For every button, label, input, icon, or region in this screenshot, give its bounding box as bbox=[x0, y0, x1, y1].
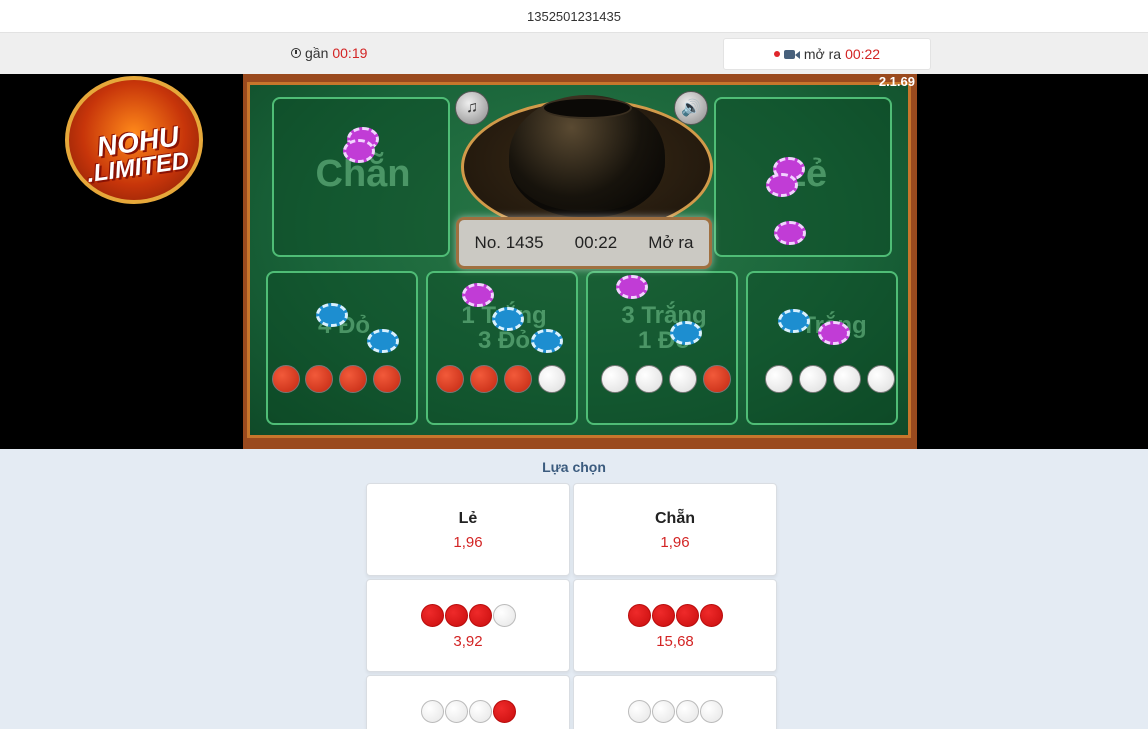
ball-white bbox=[833, 365, 861, 393]
round-time: 00:22 bbox=[574, 233, 618, 252]
white-ball-icon bbox=[468, 700, 492, 723]
white-ball-icon bbox=[420, 700, 444, 723]
ball-red bbox=[436, 365, 464, 393]
ball-white bbox=[765, 365, 793, 393]
zone-3w1r[interactable]: 3 Trắng 1 Đỏ bbox=[586, 271, 738, 425]
choice-le[interactable]: Lẻ 1,96 bbox=[366, 483, 570, 576]
round-status: Mở ra bbox=[648, 233, 694, 252]
red-ball-icon bbox=[444, 604, 468, 627]
chip-blue bbox=[531, 329, 563, 353]
ball-combination bbox=[627, 604, 723, 627]
red-ball-icon bbox=[420, 604, 444, 627]
choice-odds: 1,96 bbox=[660, 534, 690, 551]
close-timer-value: 00:19 bbox=[332, 45, 368, 61]
game-board: Chẵn Lẻ 4 Đỏ 1 Trắng 3 Đỏ 3 Trắng 1 Đỏ 4… bbox=[243, 74, 917, 449]
live-video: Chẵn Lẻ 4 Đỏ 1 Trắng 3 Đỏ 3 Trắng 1 Đỏ 4… bbox=[0, 74, 1148, 449]
zone-3w1r-label: 3 Trắng 1 Đỏ bbox=[621, 302, 707, 355]
choice-odds: 15,68 bbox=[656, 633, 694, 650]
choice-label: Chẵn bbox=[655, 510, 695, 527]
close-timer-label: gần bbox=[305, 45, 329, 61]
ball-white bbox=[669, 365, 697, 393]
open-timer-label: mở ra bbox=[803, 46, 842, 62]
zone-chan[interactable]: Chẵn bbox=[272, 97, 450, 257]
red-ball-icon bbox=[627, 604, 651, 627]
nohu-logo: NOHU .LIMITED bbox=[63, 74, 205, 206]
ball-red bbox=[470, 365, 498, 393]
chip-blue bbox=[492, 307, 524, 331]
red-ball-icon bbox=[468, 604, 492, 627]
red-ball-icon bbox=[675, 604, 699, 627]
chip-purple bbox=[766, 173, 798, 197]
round-info: No. 1435 00:22 Mở ra bbox=[456, 217, 712, 269]
bowl-rim bbox=[542, 97, 632, 119]
choice-odds: 1,96 bbox=[453, 534, 483, 551]
round-number: No. 1435 bbox=[474, 233, 544, 252]
chip-purple bbox=[818, 321, 850, 345]
chip-blue bbox=[778, 309, 810, 333]
white-ball-icon bbox=[699, 700, 723, 723]
chip-purple bbox=[616, 275, 648, 299]
ball-combination bbox=[627, 700, 723, 723]
chip-blue bbox=[316, 303, 348, 327]
table-felt: Chẵn Lẻ 4 Đỏ 1 Trắng 3 Đỏ 3 Trắng 1 Đỏ 4… bbox=[247, 82, 911, 438]
zone-le-label: Lẻ bbox=[782, 153, 828, 195]
close-timer: gần 00:19 bbox=[291, 45, 367, 61]
choice-4red[interactable]: 15,68 bbox=[573, 579, 777, 672]
open-timer-value: 00:22 bbox=[845, 46, 881, 62]
chip-blue bbox=[670, 321, 702, 345]
game-id: 1352501231435 bbox=[527, 8, 621, 24]
ball-white bbox=[635, 365, 663, 393]
choices-panel: Lựa chọn Lẻ 1,96 Chẵn 1,96 3,92 15,68 bbox=[0, 449, 1148, 729]
ball-white bbox=[538, 365, 566, 393]
choices-title: Lựa chọn bbox=[542, 459, 606, 475]
red-ball-icon bbox=[699, 604, 723, 627]
choice-chan[interactable]: Chẵn 1,96 bbox=[573, 483, 777, 576]
timer-bar: gần 00:19 mở ra 00:22 bbox=[0, 32, 1148, 74]
chip-blue bbox=[367, 329, 399, 353]
choice-label: Lẻ bbox=[458, 510, 478, 527]
video-camera-icon bbox=[783, 49, 800, 59]
sound-icon[interactable]: 🔊 bbox=[674, 91, 708, 125]
ball-red bbox=[703, 365, 731, 393]
chip-purple bbox=[774, 221, 806, 245]
ball-red bbox=[305, 365, 333, 393]
music-icon[interactable]: ♫ bbox=[455, 91, 489, 125]
choice-3red-1white[interactable]: 3,92 bbox=[366, 579, 570, 672]
record-dot-icon bbox=[773, 51, 780, 57]
ball-combination bbox=[420, 700, 516, 723]
white-ball-icon bbox=[675, 700, 699, 723]
ball-red bbox=[504, 365, 532, 393]
white-ball-icon bbox=[492, 604, 516, 627]
clock-icon bbox=[291, 48, 301, 58]
chip-purple bbox=[462, 283, 494, 307]
ball-white bbox=[601, 365, 629, 393]
choice-4white[interactable] bbox=[573, 675, 777, 729]
version-label: 2.1.69 bbox=[878, 74, 915, 89]
ball-white bbox=[867, 365, 895, 393]
red-ball-icon bbox=[651, 604, 675, 627]
chip-purple bbox=[343, 139, 375, 163]
white-ball-icon bbox=[651, 700, 675, 723]
ball-red bbox=[339, 365, 367, 393]
red-ball-icon bbox=[492, 700, 516, 723]
ball-red bbox=[373, 365, 401, 393]
live-video-button[interactable]: mở ra 00:22 bbox=[723, 38, 931, 70]
ball-red bbox=[272, 365, 300, 393]
ball-combination bbox=[420, 604, 516, 627]
ball-white bbox=[799, 365, 827, 393]
game-id-bar: 1352501231435 bbox=[0, 0, 1148, 32]
white-ball-icon bbox=[444, 700, 468, 723]
choice-odds: 3,92 bbox=[453, 633, 483, 650]
choice-3white-1red[interactable] bbox=[366, 675, 570, 729]
white-ball-icon bbox=[627, 700, 651, 723]
zone-four-white[interactable]: 4 Trắng bbox=[746, 271, 898, 425]
